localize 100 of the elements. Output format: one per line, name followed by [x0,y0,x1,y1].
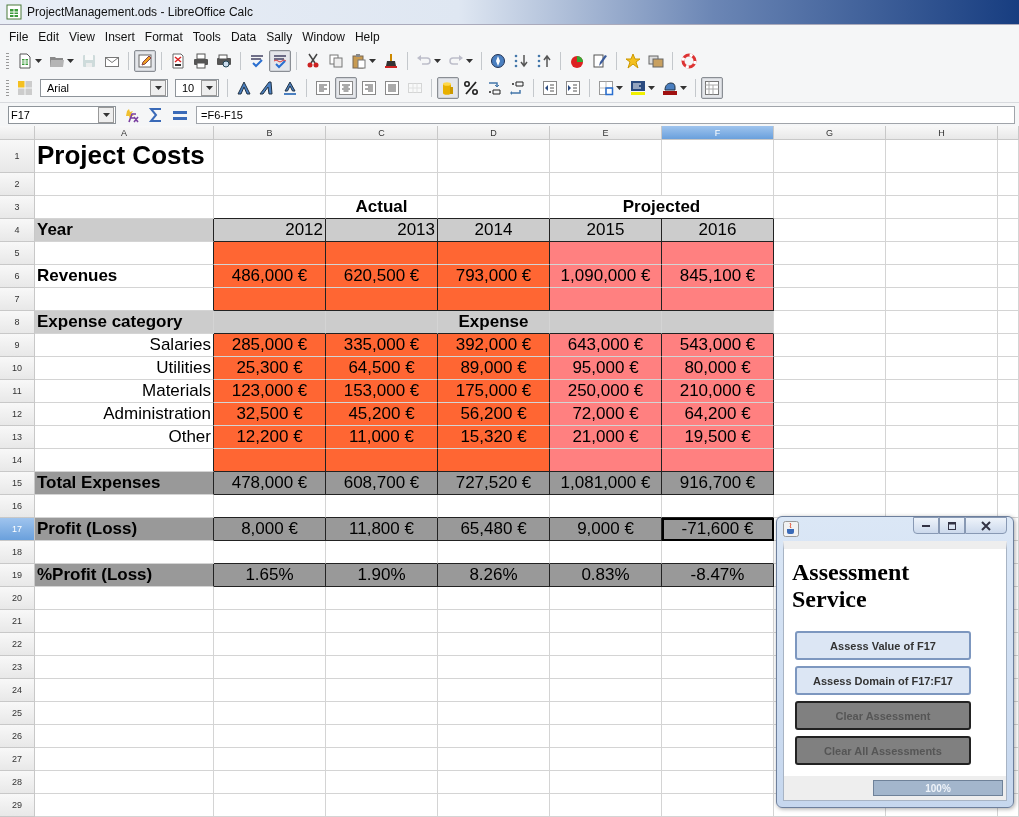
sum-icon[interactable] [148,106,164,123]
table-cell: Total Expenses [35,472,214,495]
table-cell: Project Costs [35,140,214,173]
maximize-button[interactable] [939,517,965,534]
menu-item[interactable]: Help [349,27,385,46]
assessment-button[interactable]: Assess Value of F17 [795,631,971,660]
column-header[interactable]: B [214,126,326,140]
column-header[interactable]: H [886,126,998,140]
table-cell: 21,000 € [550,426,662,449]
menu-item[interactable]: Edit [33,27,65,46]
menu-item[interactable]: Window [297,27,350,46]
coins-icon [440,80,456,96]
formula-input[interactable]: =F6-F15 [196,105,1015,124]
table-cell: 2012 [214,219,326,242]
font-name-field[interactable]: Arial [40,79,168,97]
row-header[interactable]: 29 [0,794,35,817]
menu-item[interactable]: Tools [187,27,226,46]
menu-item[interactable]: Data [225,27,262,46]
menu-item[interactable]: Format [139,27,188,46]
table-cell [998,219,1019,242]
row-header[interactable]: 14 [0,449,35,472]
dropdown-arrow-icon[interactable] [680,86,687,90]
row-header[interactable]: 22 [0,633,35,656]
minimize-button[interactable] [913,517,939,534]
table-cell: Expense category [35,311,214,334]
row-header[interactable]: 10 [0,357,35,380]
assessment-button[interactable]: Assess Domain of F17:F17 [795,666,971,695]
close-icon [981,520,991,531]
table-cell: 89,000 € [438,357,550,380]
row-header[interactable]: 26 [0,725,35,748]
row-header[interactable]: 13 [0,426,35,449]
menu-item[interactable]: File [4,27,34,46]
row-header[interactable]: 11 [0,380,35,403]
table-cell: 643,000 € [550,334,662,357]
font-size-field[interactable]: 10 [175,79,219,97]
justify-icon [384,80,400,96]
dropdown-arrow-icon[interactable] [369,59,376,63]
row-header[interactable]: 12 [0,403,35,426]
table-cell: 64,500 € [326,357,438,380]
toolbar-grip[interactable] [6,80,9,96]
column-header[interactable]: A [35,126,214,140]
table-cell [998,403,1019,426]
percent-icon [463,80,479,96]
toolbar-button[interactable] [134,50,156,72]
menu-item[interactable]: View [64,27,100,46]
star-icon [625,53,641,69]
table-cell: 335,000 € [326,334,438,357]
table-cell: Profit (Loss) [35,518,214,541]
menu-item[interactable]: Insert [99,27,140,46]
row-header[interactable]: 23 [0,656,35,679]
progress-text: 100% [924,781,952,795]
row-header[interactable]: 7 [0,288,35,311]
column-header[interactable]: G [774,126,886,140]
column-header[interactable]: C [326,126,438,140]
add-decimal-icon [486,80,502,96]
table-cell: 1.65% [214,564,326,587]
close-button[interactable] [965,517,1007,534]
pie-chart-icon [569,53,585,69]
table-cell: 543,000 € [662,334,774,357]
column-header[interactable]: E [550,126,662,140]
row-header[interactable]: 5 [0,242,35,265]
row-header[interactable]: 9 [0,334,35,357]
table-cell [998,472,1019,495]
row-header[interactable]: 20 [0,587,35,610]
row-header[interactable]: 18 [0,541,35,564]
dialog-heading: Assessment Service [792,559,911,613]
row-header[interactable]: 25 [0,702,35,725]
table-cell: 64,200 € [662,403,774,426]
row-header[interactable]: 27 [0,748,35,771]
table-cell: 478,000 € [214,472,326,495]
dropdown-arrow-icon[interactable] [648,86,655,90]
toolbar-grip[interactable] [6,53,9,69]
dropdown-arrow-icon[interactable] [67,59,74,63]
row-header[interactable]: 3 [0,196,35,219]
table-cell: 845,100 € [662,265,774,288]
row-header[interactable]: 16 [0,495,35,518]
dropdown-arrow-icon[interactable] [616,86,623,90]
row-header[interactable]: 2 [0,173,35,196]
table-cell [998,449,1019,472]
row-header[interactable]: 28 [0,771,35,794]
table-cell: 250,000 € [550,380,662,403]
dropdown-arrow-icon[interactable] [154,86,162,90]
dropdown-arrow-icon[interactable] [102,112,110,117]
row-header[interactable]: 6 [0,265,35,288]
table-cell: 1,090,000 € [550,265,662,288]
table-cell: -8.47% [662,564,774,587]
row-header[interactable]: 4 [0,219,35,242]
table-cell: 65,480 € [438,518,550,541]
row-header[interactable]: 15 [0,472,35,495]
row-header[interactable]: 1 [0,140,35,173]
row-header[interactable]: 8 [0,311,35,334]
row-header[interactable]: 24 [0,679,35,702]
menu-item[interactable]: Sally [261,27,298,46]
name-box[interactable]: F17 [8,105,116,124]
dropdown-arrow-icon[interactable] [205,86,213,90]
merge-cells-icon [407,80,423,96]
dropdown-arrow-icon[interactable] [35,59,42,63]
row-header[interactable]: 19 [0,564,35,587]
row-header[interactable]: 21 [0,610,35,633]
column-header[interactable]: D [438,126,550,140]
